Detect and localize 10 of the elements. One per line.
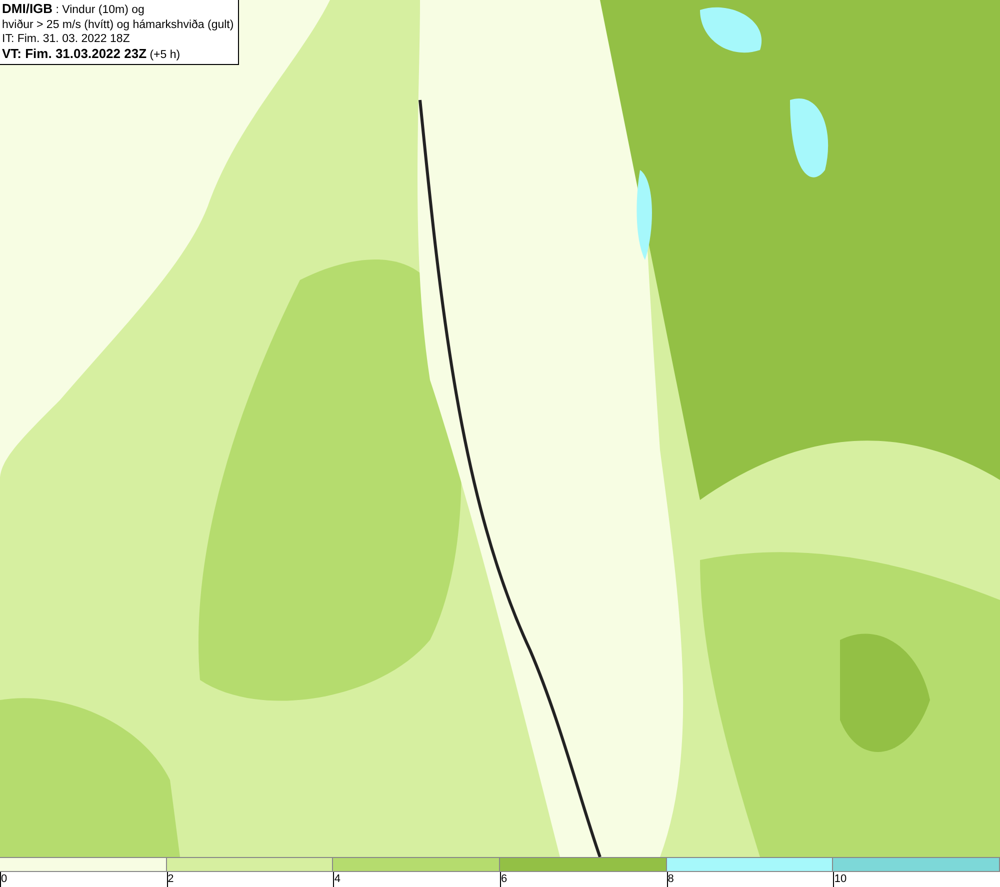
legend-label: 8: [668, 873, 674, 885]
legend-label: 4: [334, 873, 340, 885]
title-line: DMI/IGB : Vindur (10m) og: [2, 2, 146, 18]
legend-label: 2: [168, 873, 174, 885]
title-line: IT: Fim. 31. 03. 2022 18Z: [2, 32, 131, 46]
legend-label: 0: [1, 873, 8, 885]
title-line: hviður > 25 m/s (hvítt) og hámarkshviða (gult): [2, 18, 234, 32]
legend-label: 6: [501, 873, 508, 885]
legend-label: 10: [834, 873, 847, 885]
title-line: VT: Fim. 31.03.2022 23Z (+5 h): [2, 46, 182, 62]
